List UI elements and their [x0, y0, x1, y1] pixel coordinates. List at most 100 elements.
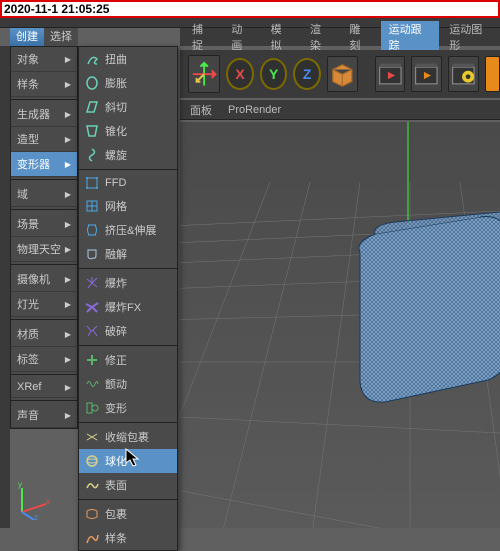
deformer-item-spline[interactable]: 样条 [79, 526, 177, 550]
deformer-item-morph[interactable]: 变形 [79, 396, 177, 420]
deformer-item-correct[interactable]: 修正 [79, 348, 177, 372]
deformer-item-wrap[interactable]: 包裹 [79, 502, 177, 526]
deformer-item-squash[interactable]: 挤压&伸展 [79, 218, 177, 242]
tab-item[interactable]: 运动图形 [441, 21, 500, 53]
chevron-right-icon: ▶ [65, 160, 71, 169]
main-menubar: 创建 选择 [10, 28, 78, 46]
prorender-menu[interactable]: ProRender [228, 104, 281, 116]
panel-menu[interactable]: 面板 [190, 102, 212, 118]
deformer-item-twist[interactable]: 扭曲 [79, 47, 177, 71]
cube-object [359, 212, 500, 402]
taper-icon [85, 124, 99, 138]
deformer-item-explodefx[interactable]: 爆炸FX [79, 295, 177, 319]
render-icon-1[interactable] [375, 56, 406, 92]
deformer-item-shatter[interactable]: 破碎 [79, 319, 177, 343]
menu-select[interactable]: 选择 [44, 28, 78, 46]
deformer-item-screw[interactable]: 螺旋 [79, 143, 177, 167]
axis-z-button[interactable]: Z [293, 58, 321, 90]
deformer-item-bulge[interactable]: 膨胀 [79, 71, 177, 95]
sidebar-item[interactable]: 场景▶ [11, 212, 77, 237]
sidebar-item[interactable]: 标签▶ [11, 347, 77, 372]
viewport[interactable] [180, 122, 500, 528]
morph-icon [85, 401, 99, 415]
timestamp-bar: 2020-11-1 21:05:25 [0, 0, 500, 18]
deformer-item-explode[interactable]: 爆炸 [79, 271, 177, 295]
chevron-right-icon: ▶ [65, 190, 71, 199]
chevron-right-icon: ▶ [65, 110, 71, 119]
shatter-icon [85, 324, 99, 338]
deformer-item-taper[interactable]: 锥化 [79, 119, 177, 143]
svg-text:z: z [34, 513, 38, 520]
twist-icon [85, 52, 99, 66]
svg-text:x: x [46, 497, 50, 506]
shear-icon [85, 100, 99, 114]
svg-text:y: y [18, 480, 22, 489]
sidebar-item[interactable]: 造型▶ [11, 127, 77, 152]
chevron-right-icon: ▶ [65, 220, 71, 229]
sidebar-item[interactable]: 域▶ [11, 182, 77, 207]
deformer-item-sphere[interactable]: 球化 [79, 449, 177, 473]
move-tool-icon[interactable] [188, 55, 220, 93]
ffd-icon [85, 176, 99, 190]
chevron-right-icon: ▶ [65, 355, 71, 364]
chevron-right-icon: ▶ [65, 330, 71, 339]
sidebar-item[interactable]: XRef▶ [11, 377, 77, 398]
chevron-right-icon: ▶ [65, 80, 71, 89]
bulge-icon [85, 76, 99, 90]
axis-x-button[interactable]: X [226, 58, 254, 90]
viewport-menubar: 面板 ProRender [180, 100, 500, 120]
melt-icon [85, 247, 99, 261]
tab-item[interactable]: 模拟 [263, 21, 300, 53]
sidebar-item[interactable]: 物理天空▶ [11, 237, 77, 262]
chevron-right-icon: ▶ [65, 300, 71, 309]
jiggle-icon [85, 377, 99, 391]
chevron-right-icon: ▶ [65, 411, 71, 420]
axis-gizmo: y x z [12, 480, 52, 520]
deformer-item-melt[interactable]: 融解 [79, 242, 177, 266]
cube-primitive-icon[interactable] [327, 56, 358, 92]
mesh-icon [85, 199, 99, 213]
shrink-icon [85, 430, 99, 444]
wrap-icon [85, 507, 99, 521]
chevron-right-icon: ▶ [65, 135, 71, 144]
sidebar-item[interactable]: 声音▶ [11, 403, 77, 428]
deformer-item-ffd[interactable]: FFD [79, 172, 177, 194]
screw-icon [85, 148, 99, 162]
left-rail [0, 46, 10, 528]
render-extra-icon[interactable] [485, 56, 500, 92]
sidebar-item[interactable]: 对象▶ [11, 47, 77, 72]
render-settings-icon[interactable] [448, 56, 479, 92]
create-submenu: 对象▶样条▶ 生成器▶造型▶变形器▶ 域▶ 场景▶物理天空▶ 摄像机▶灯光▶ 材质▶标签▶… [10, 46, 78, 429]
correct-icon [85, 353, 99, 367]
toolbar-icons: X Y Z [180, 50, 500, 98]
render-icon-2[interactable] [411, 56, 442, 92]
tab-item[interactable]: 动画 [223, 21, 260, 53]
sidebar-item[interactable]: 摄像机▶ [11, 267, 77, 292]
deformer-item-mesh[interactable]: 网格 [79, 194, 177, 218]
spline-icon [85, 531, 99, 545]
sidebar-item[interactable]: 材质▶ [11, 322, 77, 347]
tab-item[interactable]: 捕捉 [184, 21, 221, 53]
top-tabs: 捕捉动画模拟渲染雕刻运动跟踪运动图形 [180, 28, 500, 46]
sidebar-item[interactable]: 灯光▶ [11, 292, 77, 317]
explodefx-icon [85, 300, 99, 314]
menu-create[interactable]: 创建 [10, 28, 44, 46]
sidebar-item[interactable]: 变形器▶ [11, 152, 77, 177]
tab-item[interactable]: 雕刻 [341, 21, 378, 53]
tab-item[interactable]: 渲染 [302, 21, 339, 53]
sidebar-item[interactable]: 样条▶ [11, 72, 77, 97]
deformer-item-surface[interactable]: 表面 [79, 473, 177, 497]
deformer-item-shear[interactable]: 斜切 [79, 95, 177, 119]
chevron-right-icon: ▶ [65, 55, 71, 64]
sidebar-item[interactable]: 生成器▶ [11, 102, 77, 127]
sphere-icon [85, 454, 99, 468]
chevron-right-icon: ▶ [65, 245, 71, 254]
chevron-right-icon: ▶ [65, 383, 71, 392]
tab-item[interactable]: 运动跟踪 [381, 21, 440, 53]
axis-y-button[interactable]: Y [260, 58, 288, 90]
deformer-submenu: 扭曲膨胀斜切锥化螺旋 FFD网格挤压&伸展融解爆炸爆炸FX破碎修正颤动变形收缩包裹… [78, 46, 178, 551]
surface-icon [85, 478, 99, 492]
deformer-item-jiggle[interactable]: 颤动 [79, 372, 177, 396]
chevron-right-icon: ▶ [65, 275, 71, 284]
deformer-item-shrink[interactable]: 收缩包裹 [79, 425, 177, 449]
